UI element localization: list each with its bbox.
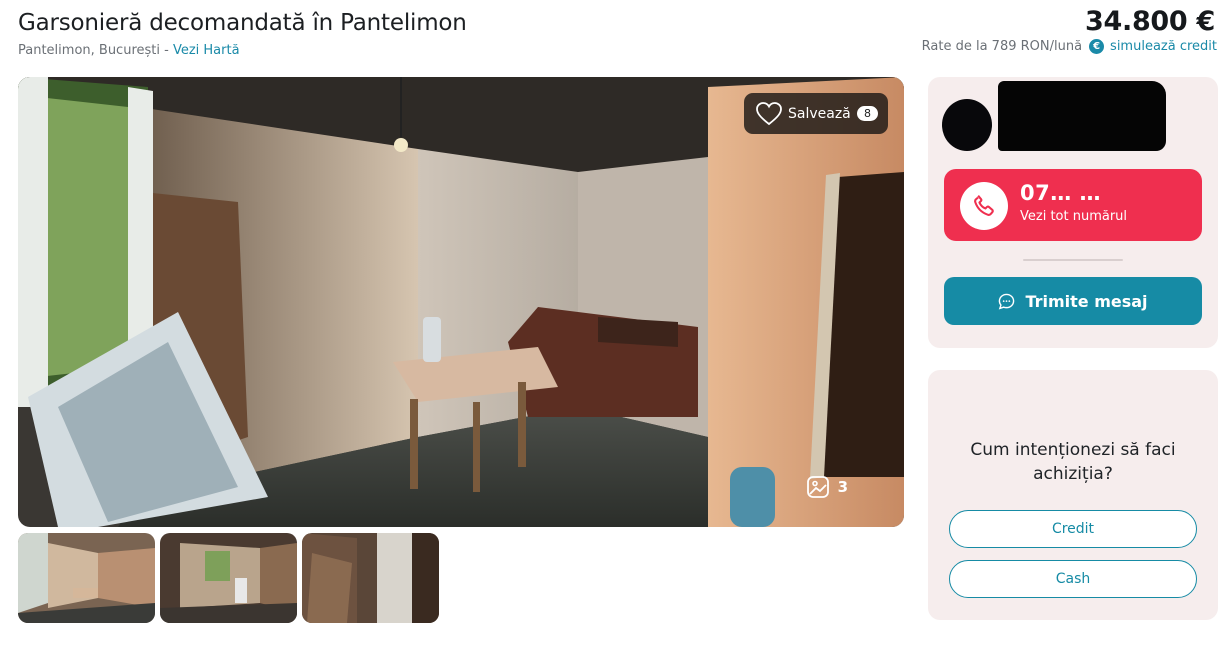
- thumbnail-1[interactable]: [18, 533, 155, 623]
- location-text: Pantelimon, București -: [18, 43, 173, 58]
- rates-text: Rate de la 789 RON/lună: [921, 39, 1083, 54]
- thumbnail-2[interactable]: [160, 533, 297, 623]
- thumbnail-3[interactable]: [302, 533, 439, 623]
- photo-count[interactable]: 3: [806, 475, 848, 499]
- contact-card: 07… … Vezi tot numărul Trimite mesaj: [928, 77, 1218, 348]
- room-photo: [18, 77, 904, 527]
- price: 34.800 €: [1085, 6, 1215, 37]
- rates-line: Rate de la 789 RON/lună € simulează cred…: [922, 39, 1217, 54]
- thumbnail-image: [160, 533, 297, 623]
- view-map-link[interactable]: Vezi Hartă: [173, 43, 240, 58]
- show-phone-button[interactable]: 07… … Vezi tot numărul: [944, 169, 1202, 241]
- seller-avatar: [942, 99, 992, 151]
- credit-option-button[interactable]: Credit: [949, 510, 1197, 548]
- phone-reveal-label: Vezi tot numărul: [1020, 209, 1128, 224]
- cash-option-button[interactable]: Cash: [949, 560, 1197, 598]
- chat-icon: [999, 293, 1015, 309]
- image-icon: [806, 476, 829, 498]
- save-count-badge: 8: [857, 106, 878, 121]
- phone-number-masked: 07… …: [1020, 181, 1102, 205]
- page-title: Garsonieră decomandată în Pantelimon: [18, 10, 467, 36]
- thumbnail-image: [18, 533, 155, 623]
- main-photo[interactable]: Salvează 8 3: [18, 77, 904, 527]
- photo-count-value: 3: [837, 478, 848, 496]
- thumbnail-strip: [18, 533, 439, 623]
- purchase-question: Cum intenționezi să faci achiziția?: [970, 440, 1176, 484]
- divider: [1023, 259, 1123, 261]
- phone-icon-circle: [960, 182, 1008, 230]
- phone-icon: [974, 195, 994, 216]
- save-label: Salvează: [788, 105, 851, 122]
- send-message-button[interactable]: Trimite mesaj: [944, 277, 1202, 325]
- simulate-credit-link[interactable]: simulează credit: [1110, 39, 1217, 54]
- location-line: Pantelimon, București - Vezi Hartă: [18, 43, 240, 58]
- thumbnail-image: [302, 533, 439, 623]
- save-button[interactable]: Salvează 8: [744, 93, 888, 134]
- heart-icon: [756, 101, 782, 125]
- purchase-intent-card: Cum intenționezi să faci achiziția? Cred…: [928, 370, 1218, 620]
- seller-name-redacted: [998, 81, 1166, 151]
- euro-icon: €: [1089, 39, 1105, 54]
- send-message-label: Trimite mesaj: [1025, 291, 1148, 311]
